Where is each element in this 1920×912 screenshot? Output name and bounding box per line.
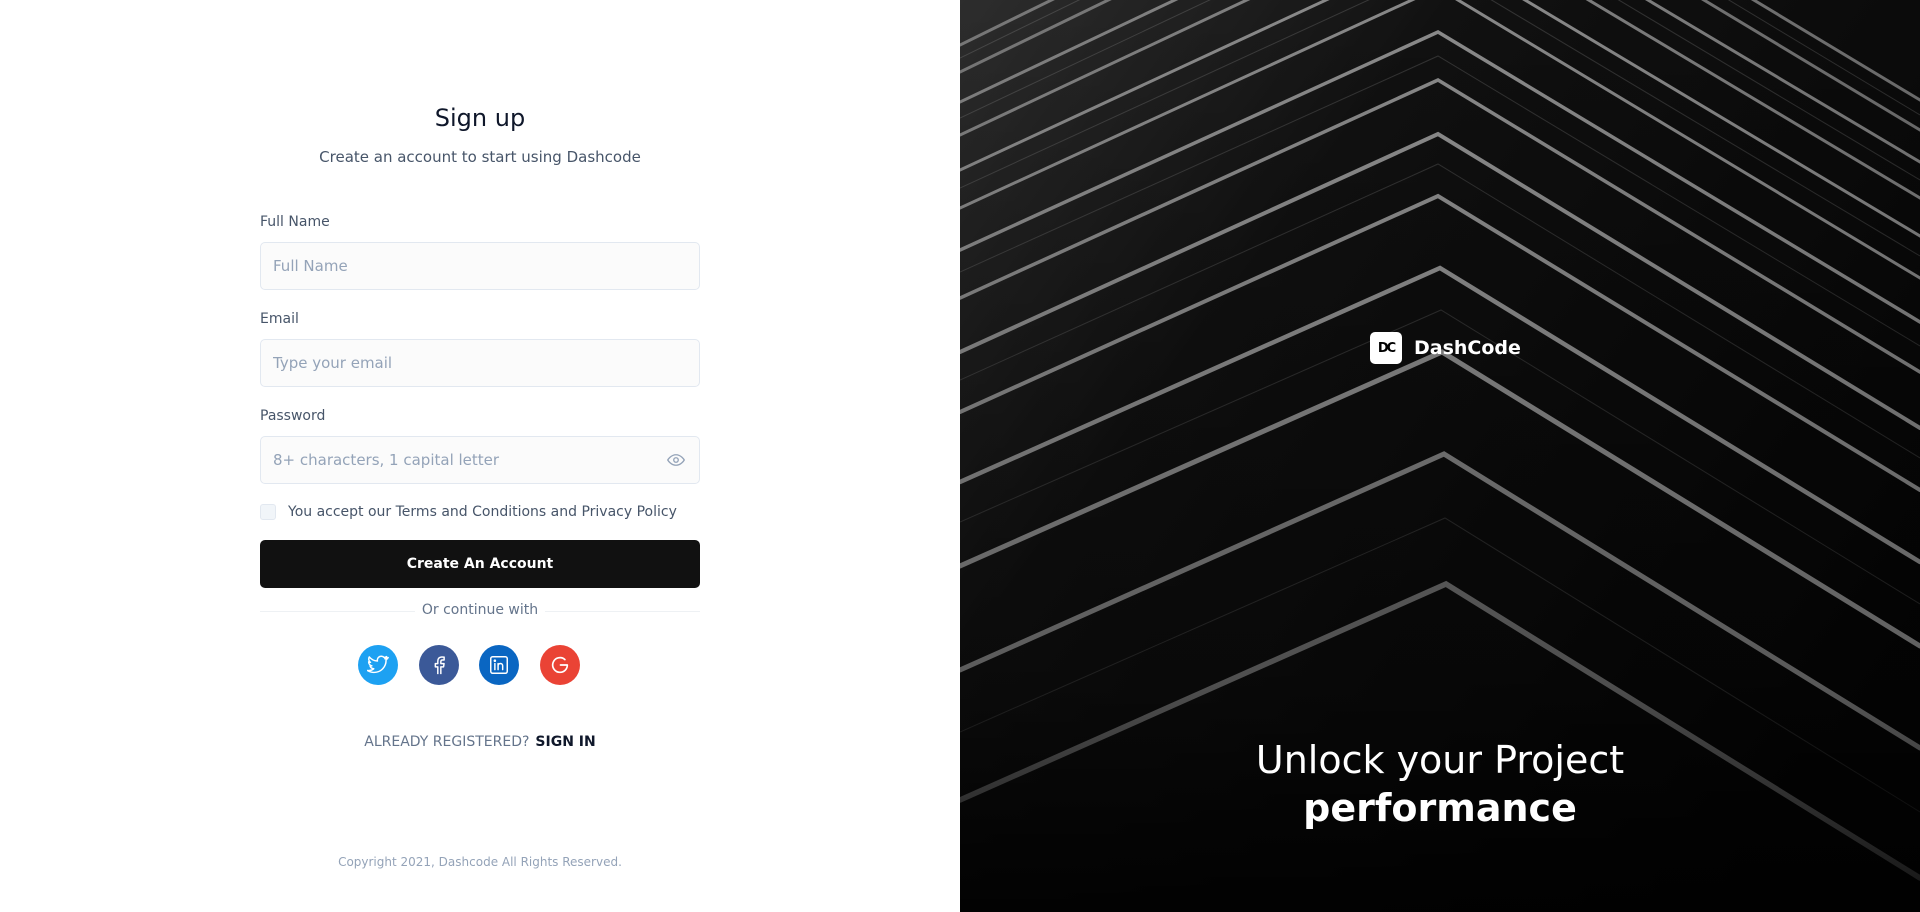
already-registered-text: ALREADY REGISTERED? [364, 734, 530, 750]
email-label: Email [260, 311, 299, 327]
logo-mark: DC [1377, 340, 1396, 356]
password-input[interactable] [260, 436, 700, 484]
social-buttons [358, 645, 602, 685]
hero-panel: DC DashCode Unlock your Project performa… [960, 0, 1920, 912]
tagline-line-1: Unlock your Project [1255, 738, 1625, 782]
page-title: Sign up [434, 104, 526, 132]
hero-tagline: Unlock your Project performance [960, 736, 1920, 832]
email-input[interactable] [260, 339, 700, 387]
google-button[interactable] [540, 645, 580, 685]
copyright: Copyright 2021, Dashcode All Rights Rese… [338, 855, 622, 869]
password-field [260, 436, 700, 484]
password-label: Password [260, 408, 326, 424]
signup-panel: Sign up Create an account to start using… [0, 0, 960, 912]
create-account-button[interactable]: Create An Account [260, 540, 700, 588]
brand-name: DashCode [1414, 337, 1521, 359]
linkedin-button[interactable] [479, 645, 519, 685]
eye-icon[interactable] [666, 451, 686, 469]
divider-text: Or continue with [415, 602, 545, 618]
facebook-button[interactable] [419, 645, 459, 685]
linkedin-icon [490, 656, 508, 674]
twitter-icon [367, 655, 389, 674]
google-icon [551, 656, 569, 674]
terms-checkbox[interactable] [260, 504, 276, 520]
terms-label[interactable]: You accept our Terms and Conditions and … [288, 504, 677, 520]
dashcode-logo-icon: DC [1370, 332, 1402, 364]
full-name-label: Full Name [260, 214, 330, 230]
already-registered-row: ALREADY REGISTERED? SIGN IN [260, 734, 700, 750]
sign-in-link[interactable]: SIGN IN [535, 734, 595, 750]
twitter-button[interactable] [358, 645, 398, 685]
full-name-input[interactable] [260, 242, 700, 290]
brand: DC DashCode [1370, 332, 1521, 364]
page-subtitle: Create an account to start using Dashcod… [319, 148, 641, 166]
tagline-line-2: performance [1303, 786, 1577, 830]
facebook-icon [434, 656, 445, 675]
terms-row: You accept our Terms and Conditions and … [260, 502, 700, 522]
